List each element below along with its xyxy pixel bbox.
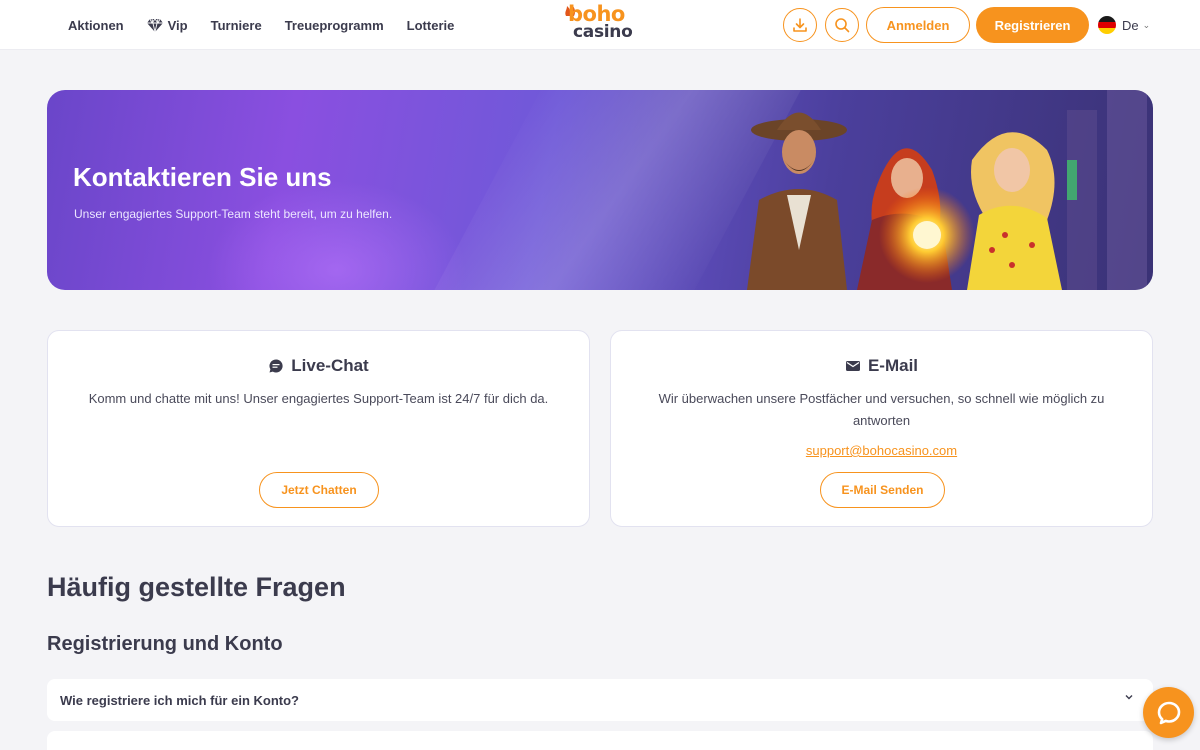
chevron-down-icon (1125, 695, 1133, 700)
search-button[interactable] (825, 8, 859, 42)
faq-question-text: Wie registriere ich mich für ein Konto? (60, 692, 299, 708)
banner-characters-illustration (747, 90, 1147, 290)
nav-item-vip[interactable]: Vip (146, 17, 188, 33)
main-nav: Aktionen Vip Turniere Treueprogramm Lott… (68, 0, 477, 50)
nav-label: Vip (167, 17, 188, 33)
email-description: Wir überwachen unsere Postfächer und ver… (658, 391, 1105, 428)
send-email-button[interactable]: E-Mail Senden (820, 472, 945, 508)
language-selector[interactable]: De ⌄ (1098, 16, 1150, 34)
email-title: E-Mail (611, 356, 1152, 376)
faq-section-heading: Registrierung und Konto (47, 633, 283, 655)
nav-label: Turniere (210, 17, 262, 33)
germany-flag-icon (1098, 16, 1116, 34)
email-card: E-Mail Wir überwachen unsere Postfächer … (610, 330, 1153, 527)
diamond-icon (146, 18, 163, 32)
card-title-text: Live-Chat (291, 356, 369, 375)
faq-question-row[interactable]: Wie registriere ich mich für ein Konto? (47, 679, 1153, 721)
chat-bubble-icon (269, 359, 283, 373)
envelope-icon (845, 361, 860, 371)
logo[interactable]: boho casino (564, 2, 634, 46)
nav-label: Aktionen (68, 17, 124, 33)
live-chat-title: Live-Chat (48, 356, 589, 376)
banner-subtitle: Unser engagiertes Support-Team steht ber… (74, 207, 393, 221)
download-icon (793, 18, 807, 32)
nav-label: Treueprogramm (284, 17, 384, 33)
live-chat-card: Live-Chat Komm und chatte mit uns! Unser… (47, 330, 590, 527)
banner-title: Kontaktieren Sie uns (73, 162, 332, 192)
live-chat-launcher-button[interactable] (1143, 687, 1194, 738)
chat-bubble-icon (1157, 701, 1180, 724)
nav-label: Lotterie (406, 17, 455, 33)
language-label: De (1122, 17, 1139, 33)
nav-item-lotterie[interactable]: Lotterie (407, 18, 455, 33)
login-button[interactable]: Anmelden (866, 7, 970, 43)
card-title-text: E-Mail (867, 356, 919, 375)
nav-item-turniere[interactable]: Turniere (211, 18, 262, 33)
contact-banner: Kontaktieren Sie uns Unser engagiertes S… (47, 90, 1153, 290)
banner-glow (207, 180, 467, 290)
start-chat-button[interactable]: Jetzt Chatten (259, 472, 379, 508)
nav-item-treueprogramm[interactable]: Treueprogramm (285, 18, 384, 33)
logo-line2: casino (573, 22, 633, 42)
live-chat-description: Komm und chatte mit uns! Unser engagiert… (88, 391, 549, 406)
faq-question-row-partial[interactable] (47, 731, 1153, 750)
register-button[interactable]: Registrieren (976, 7, 1089, 43)
chevron-down-icon: ⌄ (1142, 19, 1151, 30)
top-header: Aktionen Vip Turniere Treueprogramm Lott… (0, 0, 1200, 50)
nav-item-aktionen[interactable]: Aktionen (68, 18, 124, 33)
search-icon (835, 18, 850, 33)
support-email-link[interactable]: support@bohocasino.com (611, 443, 1152, 458)
download-button[interactable] (783, 8, 817, 42)
faq-heading: Häufig gestellte Fragen (47, 572, 346, 602)
